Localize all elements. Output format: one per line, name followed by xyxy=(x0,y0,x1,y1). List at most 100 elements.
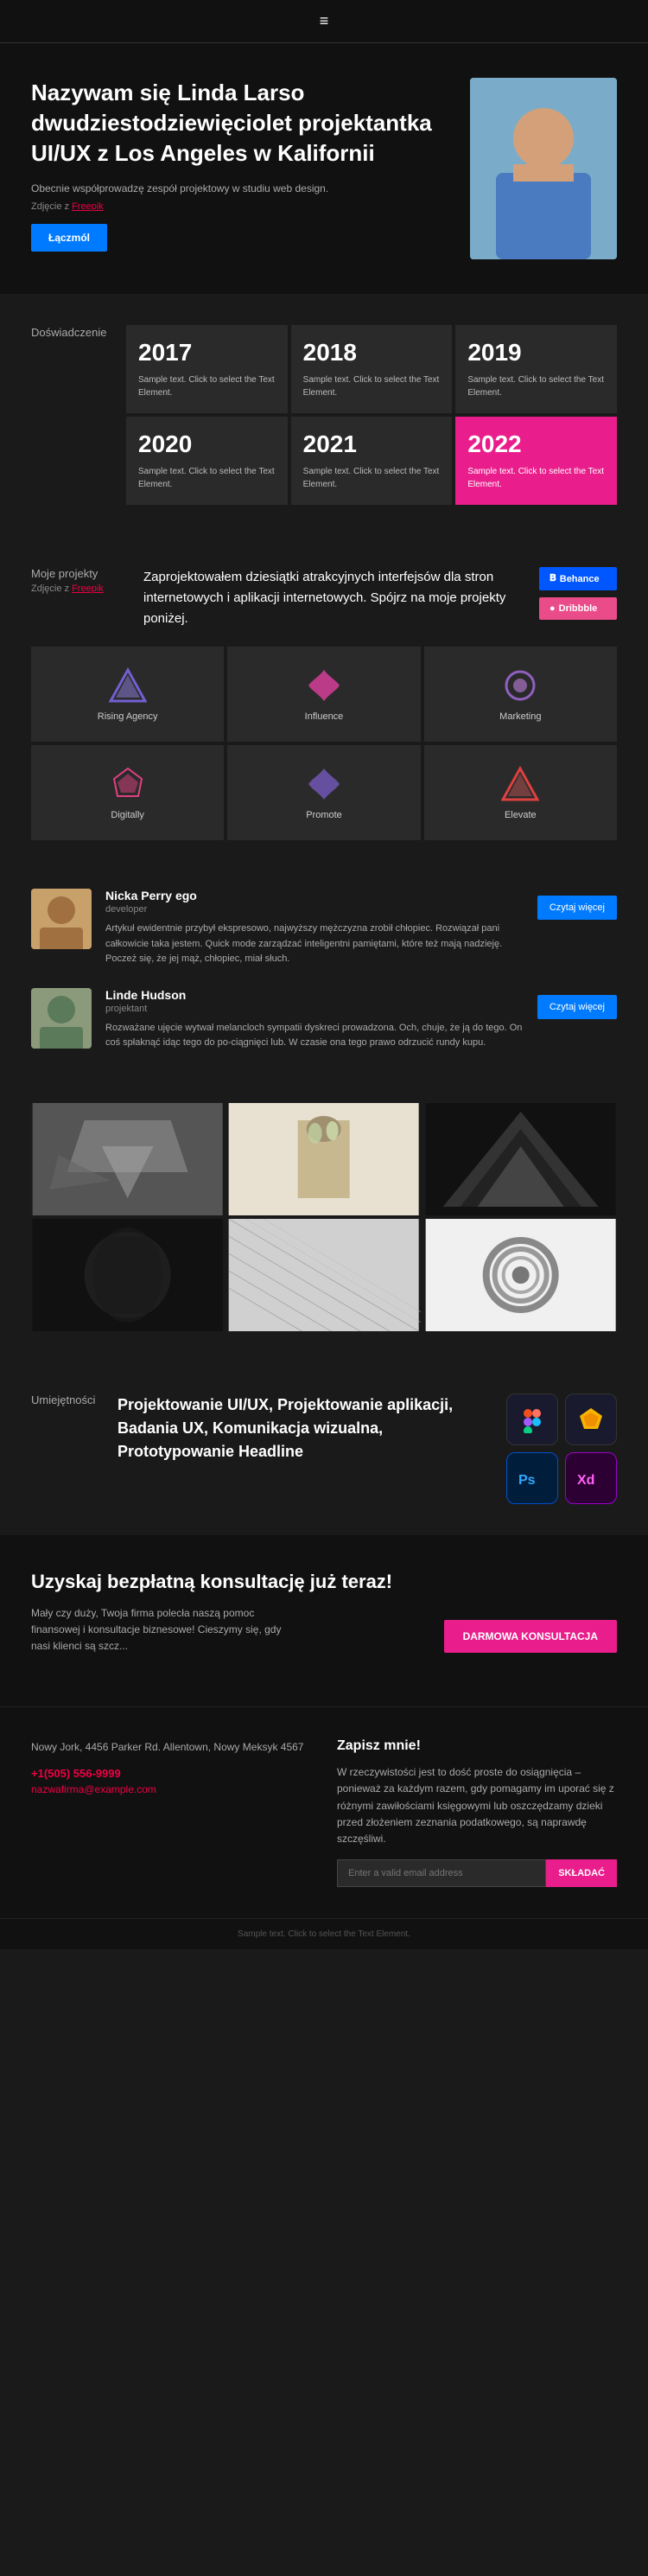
year-card-2020: 2020 Sample text. Click to select the Te… xyxy=(126,417,288,505)
behance-icon: 𝐁 xyxy=(550,573,556,584)
year-card-2022: 2022 Sample text. Click to select the Te… xyxy=(455,417,617,505)
year-2020-desc: Sample text. Click to select the Text El… xyxy=(138,465,276,491)
testimonial-2-name: Linde Hudson xyxy=(105,988,524,1002)
year-2022-desc: Sample text. Click to select the Text El… xyxy=(467,465,605,491)
photoshop-icon: Ps xyxy=(506,1452,558,1504)
email-input[interactable] xyxy=(337,1859,546,1887)
gallery-item-2 xyxy=(227,1103,420,1215)
testimonial-1: Nicka Perry ego developer Artykuł ewiden… xyxy=(31,889,617,967)
testimonial-2-read-more[interactable]: Czytaj więcej xyxy=(537,995,617,1019)
logo-grid: Rising Agency Influence Marketing Digita… xyxy=(0,647,648,871)
testimonial-1-role: developer xyxy=(105,904,524,915)
experience-grid-container: 2017 Sample text. Click to select the Te… xyxy=(126,325,617,505)
testimonial-2-avatar xyxy=(31,988,92,1049)
cta-text: Mały czy duży, Twoja firma polecła naszą… xyxy=(31,1605,290,1655)
hamburger-icon[interactable]: ≡ xyxy=(320,12,329,29)
projects-label: Moje projekty xyxy=(31,567,126,580)
footer-email[interactable]: nazwafirma@example.com xyxy=(31,1783,311,1795)
projects-description: Zaprojektowałem dziesiątki atrakcyjnych … xyxy=(143,567,522,629)
year-card-2018: 2018 Sample text. Click to select the Te… xyxy=(291,325,453,413)
adobe-xd-logo-icon: Xd xyxy=(574,1465,608,1491)
skills-section: Umiejętności Projektowanie UI/UX, Projek… xyxy=(0,1362,648,1535)
sketch-logo-icon xyxy=(577,1406,605,1433)
rising-agency-logo xyxy=(109,666,147,705)
skills-label: Umiejętności xyxy=(31,1393,100,1406)
submit-button[interactable]: SKŁADAĆ xyxy=(546,1859,617,1887)
hero-photo-link[interactable]: Freepik xyxy=(72,201,104,212)
bottom-bar: Sample text. Click to select the Text El… xyxy=(0,1918,648,1949)
logo-card-influence[interactable]: Influence xyxy=(227,647,420,742)
projects-photo-link[interactable]: Freepik xyxy=(72,583,104,594)
rising-agency-name: Rising Agency xyxy=(98,711,158,722)
footer-phone[interactable]: +1(505) 556-9999 xyxy=(31,1767,311,1780)
newsletter-text: W rzeczywistości jest to dość proste do … xyxy=(337,1764,617,1847)
experience-section: Doświadczenie 2017 Sample text. Click to… xyxy=(0,294,648,536)
year-2018-desc: Sample text. Click to select the Text El… xyxy=(303,373,441,399)
hero-section: Nazywam się Linda Larso dwudziestodziewi… xyxy=(0,43,648,294)
behance-button[interactable]: 𝐁 Behance xyxy=(539,567,617,590)
hero-text: Nazywam się Linda Larso dwudziestodziewi… xyxy=(31,78,470,252)
testimonial-1-text: Artykuł ewidentnie przybył ekspresowo, n… xyxy=(105,921,524,967)
testimonial-2-text: Rozważane ujęcie wytwał melancloch sympa… xyxy=(105,1021,524,1051)
logo-card-marketing[interactable]: Marketing xyxy=(424,647,617,742)
svg-text:Ps: Ps xyxy=(518,1473,536,1488)
skills-icons: Ps Xd xyxy=(506,1393,617,1504)
hero-image xyxy=(470,78,617,259)
footer-newsletter: Zapisz mnie! W rzeczywistości jest to do… xyxy=(337,1738,617,1887)
gallery-item-5 xyxy=(227,1219,420,1331)
projects-left: Moje projekty Zdjęcie z Freepik xyxy=(31,567,126,629)
bottom-text: Sample text. Click to select the Text El… xyxy=(238,1929,410,1939)
year-card-2019: 2019 Sample text. Click to select the Te… xyxy=(455,325,617,413)
footer-section: Nowy Jork, 4456 Parker Rd. Allentown, No… xyxy=(0,1706,648,1918)
dribbble-button[interactable]: ● Dribbble xyxy=(539,597,617,620)
digitally-logo xyxy=(109,765,147,803)
logo-card-digitally[interactable]: Digitally xyxy=(31,745,224,840)
testimonial-1-content: Nicka Perry ego developer Artykuł ewiden… xyxy=(105,889,524,967)
year-2022: 2022 xyxy=(467,430,605,458)
testimonial-2-role: projektant xyxy=(105,1004,524,1014)
testimonials-section: Nicka Perry ego developer Artykuł ewiden… xyxy=(0,871,648,1103)
year-2017: 2017 xyxy=(138,339,276,367)
year-2019-desc: Sample text. Click to select the Text El… xyxy=(467,373,605,399)
testimonial-1-name: Nicka Perry ego xyxy=(105,889,524,902)
promote-name: Promote xyxy=(306,810,342,820)
adobe-xd-icon: Xd xyxy=(565,1452,617,1504)
footer-contact: Nowy Jork, 4456 Parker Rd. Allentown, No… xyxy=(31,1738,311,1887)
skills-text: Projektowanie UI/UX, Projektowanie aplik… xyxy=(118,1393,489,1463)
header: ≡ xyxy=(0,0,648,43)
hero-cta-button[interactable]: Łączmól xyxy=(31,224,107,252)
testimonial-2-content: Linde Hudson projektant Rozważane ujęcie… xyxy=(105,988,524,1051)
logo-card-rising[interactable]: Rising Agency xyxy=(31,647,224,742)
photoshop-logo-icon: Ps xyxy=(515,1465,550,1491)
projects-description-container: Zaprojektowałem dziesiątki atrakcyjnych … xyxy=(143,567,522,629)
email-form: SKŁADAĆ xyxy=(337,1859,617,1887)
projects-buttons: 𝐁 Behance ● Dribbble xyxy=(539,567,617,629)
logo-card-elevate[interactable]: Elevate xyxy=(424,745,617,840)
gallery-item-1 xyxy=(31,1103,224,1215)
figma-icon xyxy=(506,1393,558,1445)
year-2018: 2018 xyxy=(303,339,441,367)
promote-logo xyxy=(305,765,343,803)
sketch-icon xyxy=(565,1393,617,1445)
logo-card-promote[interactable]: Promote xyxy=(227,745,420,840)
year-2017-desc: Sample text. Click to select the Text El… xyxy=(138,373,276,399)
dribbble-icon: ● xyxy=(550,603,556,614)
year-2019: 2019 xyxy=(467,339,605,367)
cta-title: Uzyskaj bezpłatną konsultację już teraz! xyxy=(31,1570,617,1595)
elevate-name: Elevate xyxy=(505,810,537,820)
year-card-2021: 2021 Sample text. Click to select the Te… xyxy=(291,417,453,505)
cta-inner: Uzyskaj bezpłatną konsultację już teraz!… xyxy=(31,1570,617,1655)
gallery-section xyxy=(0,1103,648,1362)
digitally-name: Digitally xyxy=(111,810,144,820)
year-grid: 2017 Sample text. Click to select the Te… xyxy=(126,325,617,505)
testimonial-2: Linde Hudson projektant Rozważane ujęcie… xyxy=(31,988,617,1051)
cta-section: Uzyskaj bezpłatną konsultację już teraz!… xyxy=(0,1535,648,1706)
footer-address: Nowy Jork, 4456 Parker Rd. Allentown, No… xyxy=(31,1738,311,1756)
hero-photo-credit: Zdjęcie z Freepik xyxy=(31,201,453,212)
year-2021-desc: Sample text. Click to select the Text El… xyxy=(303,465,441,491)
marketing-name: Marketing xyxy=(499,711,541,722)
figma-logo-icon xyxy=(518,1406,546,1433)
cta-button[interactable]: DARMOWA KONSULTACJA xyxy=(444,1620,617,1653)
testimonial-1-read-more[interactable]: Czytaj więcej xyxy=(537,896,617,920)
experience-label: Doświadczenie xyxy=(31,326,106,339)
